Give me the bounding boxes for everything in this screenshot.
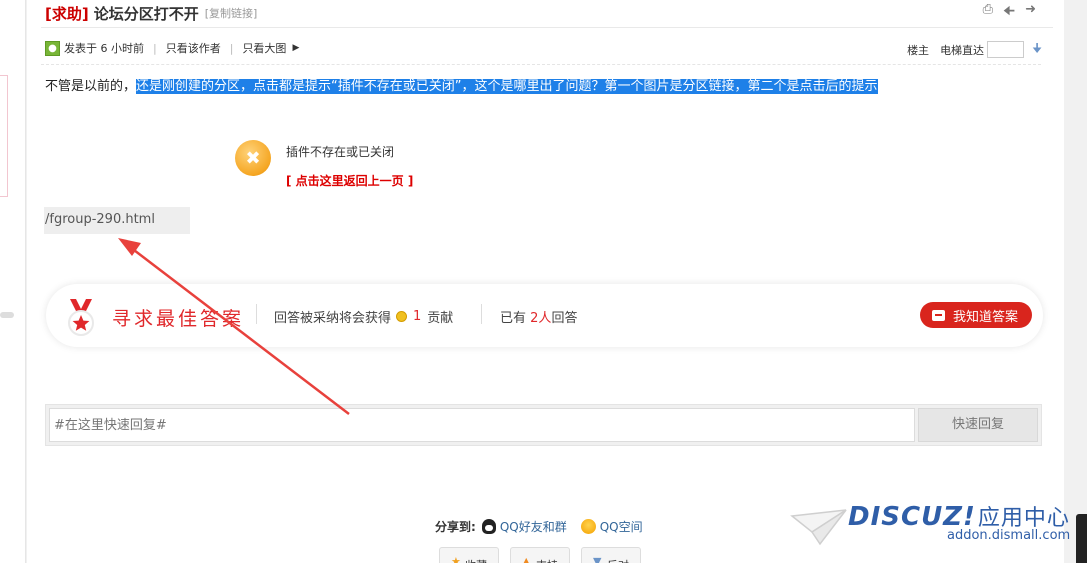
answer-count: 已有 2人回答 [500, 311, 578, 326]
know-answer-button[interactable]: 我知道答案 [919, 302, 1032, 328]
left-window-edge [0, 0, 26, 563]
share-label: 分享到: [435, 520, 476, 534]
thread-panel: [求助] 论坛分区打不开 [复制链接] ⎙ 🠈 ➜ ● 发表于 6 小时前 | … [27, 0, 1064, 563]
know-answer-label: 我知道答案 [952, 309, 1018, 325]
panel-separator [481, 304, 482, 324]
post-text: 不管是以前的， [45, 79, 137, 94]
best-answer-panel: 寻求最佳答案 回答被采纳将会获得 1 贡献 已有 2人回答 我知道答案 [46, 284, 1043, 347]
left-edge-scroll-tick [0, 312, 14, 318]
meta-separator: | [229, 41, 234, 55]
reward-prefix: 回答被采纳将会获得 [274, 311, 392, 326]
large-image-link[interactable]: 只看大图 [242, 40, 286, 56]
reward-unit: 贡献 [427, 311, 454, 326]
reward-info: 回答被采纳将会获得 1 贡献 [274, 307, 453, 326]
thread-toolbar: ⎙ 🠈 ➜ [983, 2, 1036, 24]
answer-count-number: 2人 [530, 311, 552, 326]
qq-icon [481, 519, 496, 534]
share-row: 分享到: QQ好友和群 QQ空间 [435, 518, 643, 535]
qzone-icon [580, 519, 596, 534]
quick-reply-bar: 快速回复 [45, 404, 1042, 446]
paper-plane-icon [790, 509, 847, 546]
copy-link-button[interactable]: [复制链接] [205, 5, 258, 21]
error-screenshot: ✖ 插件不存在或已关闭 [ 点击这里返回上一页 ] [235, 140, 475, 200]
star-icon: ★ [451, 555, 461, 563]
left-edge-decoration [0, 75, 8, 197]
caret-right-icon: ▶ [292, 43, 300, 53]
right-window-edge [1064, 0, 1087, 563]
favorite-button[interactable]: ★收藏 [439, 547, 499, 563]
reward-amount: 1 [413, 309, 422, 324]
arrow-right-icon[interactable]: ➜ [1025, 2, 1036, 24]
author-only-link[interactable]: 只看该作者 [166, 40, 221, 56]
back-link[interactable]: [ 点击这里返回上一页 ] [286, 172, 413, 189]
watermark-url: addon.dismall.com [947, 528, 1071, 543]
meta-separator: | [153, 41, 157, 55]
oppose-button[interactable]: ▼反对 [581, 547, 641, 563]
support-button[interactable]: ▲支持 [510, 547, 570, 563]
elevator-label: 电梯直达 [940, 43, 985, 57]
thread-title: 论坛分区打不开 [93, 4, 199, 23]
panel-separator [256, 304, 257, 324]
medal-icon [68, 299, 94, 336]
discuz-watermark: DISCUZ!应用中心 addon.dismall.com [790, 498, 1080, 550]
thread-title-row: [求助] 论坛分区打不开 [复制链接] [45, 2, 257, 24]
arrow-left-icon[interactable]: 🠈 [1003, 2, 1015, 24]
error-message: 插件不存在或已关闭 [286, 145, 395, 159]
user-icon: ● [45, 40, 60, 56]
thumbs-down-icon: ▼ [593, 555, 602, 563]
thumbs-up-icon: ▲ [522, 555, 531, 563]
coin-icon [396, 311, 408, 322]
quick-reply-button[interactable]: 快速回复 [918, 408, 1038, 442]
print-icon[interactable]: ⎙ [983, 2, 993, 24]
title-divider [41, 27, 1053, 28]
post-text-selected: 还是刚创建的分区，点击都是提示“插件不存在或已关闭”，这个是哪里出了问题？第一个… [136, 79, 878, 94]
share-qzone-link[interactable]: QQ空间 [600, 518, 643, 535]
share-qq-friends-link[interactable]: QQ好友和群 [500, 518, 567, 535]
message-icon [931, 309, 945, 321]
floor-label: 楼主 [907, 43, 930, 57]
thread-tag[interactable]: [求助] [45, 3, 89, 24]
meta-divider [41, 64, 1041, 65]
floor-jump-input[interactable] [987, 41, 1025, 58]
post-content: 不管是以前的，还是刚创建的分区，点击都是提示“插件不存在或已关闭”，这个是哪里出… [45, 77, 878, 97]
arrow-down-icon[interactable]: 🠋 [1032, 39, 1042, 60]
best-answer-title: 寻求最佳答案 [112, 308, 245, 330]
post-time: 发表于 6 小时前 [64, 42, 144, 55]
url-screenshot: /fgroup-290.html [44, 207, 190, 234]
post-meta: ● 发表于 6 小时前 | 只看该作者 | 只看大图 ▶ [45, 40, 299, 56]
post-action-buttons: ★收藏 ▲支持 ▼反对 [439, 547, 641, 563]
close-circle-icon: ✖ [235, 140, 271, 176]
quick-reply-input[interactable] [49, 408, 915, 442]
floor-controls: 楼主 电梯直达 🠋 [907, 39, 1042, 60]
